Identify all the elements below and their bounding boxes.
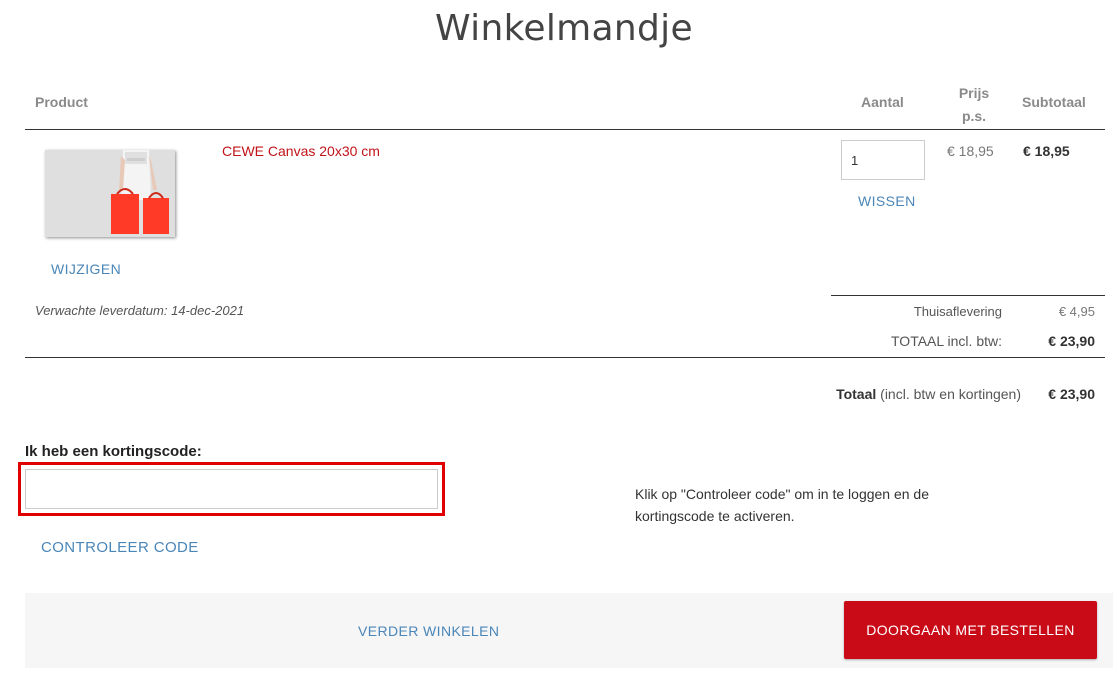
grand-total-label-note: (incl. btw en kortingen) [880,386,1021,402]
header-unit-price: Prijs p.s. [958,85,990,124]
grand-total-label: Totaal (incl. btw en kortingen) [600,386,1021,402]
page-title: Winkelmandje [435,8,693,49]
coupon-info-text: Klik op "Controleer code" om in te logge… [635,486,930,524]
total-incl-vat-value: € 23,90 [1048,333,1095,349]
proceed-to-checkout-button[interactable]: DOORGAAN MET BESTELLEN [844,601,1097,659]
continue-shopping-link[interactable]: VERDER WINKELEN [358,623,499,639]
check-coupon-link[interactable]: CONTROLEER CODE [41,539,199,556]
product-name-link[interactable]: CEWE Canvas 20x30 cm [222,143,380,159]
summary-divider [831,295,1105,296]
remove-item-link[interactable]: WISSEN [858,193,916,209]
coupon-label: Ik heb een kortingscode: [25,443,202,460]
summary-bottom-divider [25,357,1105,358]
shipping-label: Thuisaflevering [913,304,1002,319]
header-subtotal: Subtotaal [1022,94,1086,110]
header-divider [25,129,1105,130]
unit-price: € 18,95 [947,143,994,159]
photo-thumbnail-icon [45,150,175,237]
coupon-code-input[interactable] [25,469,438,509]
product-thumbnail[interactable] [45,150,175,237]
shipping-value: € 4,95 [1058,304,1095,319]
grand-total-label-bold: Totaal [836,386,877,402]
item-subtotal: € 18,95 [1023,143,1070,159]
grand-total-value: € 23,90 [1048,386,1095,402]
edit-item-link[interactable]: WIJZIGEN [51,261,121,277]
total-incl-vat-label: TOTAAL incl. btw: [891,333,1002,349]
header-quantity: Aantal [861,94,904,110]
expected-delivery-date: Verwachte leverdatum: 14-dec-2021 [35,303,245,318]
header-product: Product [35,94,88,110]
quantity-field[interactable] [841,140,925,180]
